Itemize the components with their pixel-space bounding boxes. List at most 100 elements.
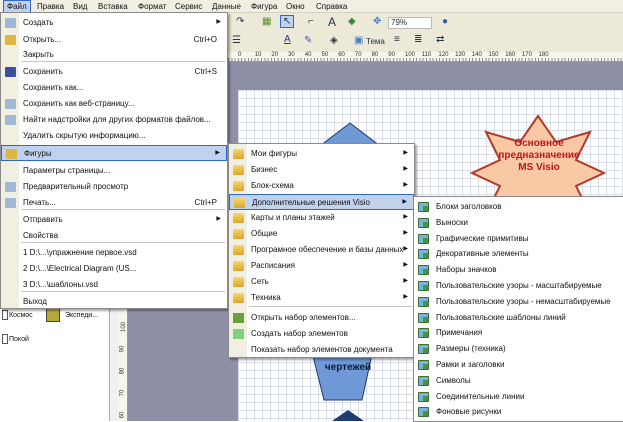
menu-item-label: Печать... xyxy=(23,198,56,207)
menu-6[interactable]: Данные xyxy=(209,1,244,12)
file-menu-item[interactable]: Параметры страницы... xyxy=(1,163,227,179)
visio-menu-item[interactable]: Фоновые рисунки xyxy=(414,404,623,420)
redo-icon[interactable]: ↷ xyxy=(236,16,244,27)
shapes-menu-item[interactable]: Общие ▶ xyxy=(229,226,414,242)
menu-item-shortcut: Ctrl+S xyxy=(194,67,217,76)
shape-item[interactable]: Покой xyxy=(9,336,29,343)
shapes-menu-item[interactable]: Дополнительные решения Visio ▶ xyxy=(229,194,414,210)
file-menu-item[interactable]: Сохранить как... xyxy=(1,80,227,96)
shapes-icon[interactable]: ▦ xyxy=(262,16,271,27)
shapes-menu-item[interactable]: Мои фигуры ▶ xyxy=(229,146,414,162)
ruler-label: 50 xyxy=(321,52,329,58)
menu-8[interactable]: Окно xyxy=(283,1,308,12)
menu-item-label: Размеры (техника) xyxy=(436,344,506,354)
font-color-icon[interactable]: A xyxy=(284,34,291,45)
file-menu-item[interactable]: Закрыть xyxy=(1,47,227,63)
shapes-menu-item[interactable]: Расписания ▶ xyxy=(229,258,414,274)
shapes-menu-item[interactable]: Бизнес ▶ xyxy=(229,162,414,178)
menu-9[interactable]: Справка xyxy=(313,1,350,12)
visio-menu-item[interactable]: Графические примитивы xyxy=(414,231,623,247)
stencil-icon xyxy=(418,281,429,291)
shapes-panel: Космос Экспеди... Покой xyxy=(0,300,110,421)
line-color-icon[interactable]: ✎ xyxy=(304,35,312,46)
ruler-label: 120 xyxy=(438,52,449,58)
shapes-menu-item[interactable]: Сеть ▶ xyxy=(229,274,414,290)
file-menu-item[interactable]: Сохранить как веб-страницу... xyxy=(1,96,227,112)
align-icon[interactable]: ☰ xyxy=(232,35,241,46)
file-menu-item[interactable]: Открыть... Ctrl+O xyxy=(1,32,227,48)
shapes-menu-item[interactable]: Показать набор элементов документа xyxy=(229,342,414,358)
line-ends-icon[interactable]: ⇄ xyxy=(436,34,444,45)
zoom-select[interactable]: 79% xyxy=(388,17,432,29)
file-menu-item[interactable]: Создать ▶ xyxy=(1,15,227,31)
file-menu-item[interactable]: Удалить скрытую информацию... xyxy=(1,128,227,144)
menu-item-label: Соединительные линии xyxy=(436,391,525,401)
shapes-menu-item[interactable]: Блок-схема ▶ xyxy=(229,178,414,194)
stencil-icon xyxy=(418,328,429,339)
file-menu-item[interactable]: 2 D:\...\Electrical Diagram (US... xyxy=(1,261,227,277)
fill-color-icon[interactable]: ◈ xyxy=(330,35,338,46)
ruler-label: 40 xyxy=(304,52,312,58)
file-menu-item[interactable]: Сохранить Ctrl+S xyxy=(1,64,227,80)
menu-5[interactable]: Сервис xyxy=(172,1,205,12)
visio-menu-item[interactable]: Пользовательские узоры - немасштабируемы… xyxy=(414,294,623,310)
theme-icon[interactable]: ▣ xyxy=(354,35,363,46)
pan-zoom-icon[interactable]: ✥ xyxy=(373,16,381,27)
panel-scrollbar[interactable] xyxy=(110,300,118,421)
file-menu-item[interactable]: Найти надстройки для других форматов фай… xyxy=(1,112,227,128)
menu-item-label: Фигуры xyxy=(24,149,52,158)
visio-menu-item[interactable]: Выноски xyxy=(414,215,623,231)
menu-4[interactable]: Формат xyxy=(135,1,169,12)
shape-item[interactable]: Экспеди... xyxy=(65,312,98,319)
shapes-menu-item[interactable]: Техника ▶ xyxy=(229,290,414,306)
menu-7[interactable]: Фигура xyxy=(248,1,280,12)
stencil-icon xyxy=(418,265,429,276)
shapes-menu-item[interactable]: Открыть набор элементов... xyxy=(229,310,414,326)
shapes-menu-item[interactable]: Карты и планы этажей ▶ xyxy=(229,210,414,226)
visio-menu-item[interactable]: Размеры (техника) xyxy=(414,341,623,357)
menu-3[interactable]: Вставка xyxy=(95,1,131,12)
file-menu-item[interactable]: Предварительный просмотр xyxy=(1,179,227,195)
line-pattern-icon[interactable]: ≣ xyxy=(414,34,422,45)
visio-menu-item[interactable]: Примечания xyxy=(414,325,623,341)
file-menu-item[interactable]: 1 D:\...\упражнение первое.vsd xyxy=(1,245,227,261)
visio-menu-item[interactable]: Блоки заголовков xyxy=(414,199,623,215)
ruler-label: 20 xyxy=(271,52,279,58)
file-menu-item[interactable]: Печать... Ctrl+P xyxy=(1,195,227,211)
menu-1[interactable]: Правка xyxy=(34,1,67,12)
text-tool-icon[interactable]: A xyxy=(328,15,336,29)
ruler-label: 140 xyxy=(471,52,482,58)
visio-menu-item[interactable]: Символы xyxy=(414,373,623,389)
visio-menu-item[interactable]: Рамки и заголовки xyxy=(414,357,623,373)
help-icon[interactable]: ● xyxy=(442,16,448,27)
connector-icon[interactable]: ⌐ xyxy=(308,16,314,27)
shapes-menu-item[interactable]: Создать набор элементов xyxy=(229,326,414,342)
pointer-tool-icon[interactable]: ↖ xyxy=(280,15,295,28)
shapes-menu-item[interactable]: Програмное обеспечение и базы данных ▶ xyxy=(229,242,414,258)
shape-item[interactable]: Космос xyxy=(9,312,33,319)
file-menu-item[interactable]: Свойства xyxy=(1,228,227,244)
menu-item-label: Примечания xyxy=(436,328,483,338)
visio-menu-item[interactable]: Пользовательские узоры - масштабируемые xyxy=(414,278,623,294)
visio-menu-item[interactable]: Декоративные элементы xyxy=(414,246,623,262)
vruler-label: 80 xyxy=(119,367,126,375)
file-menu-item[interactable]: Отправить ▶ xyxy=(1,212,227,228)
stamp-icon[interactable]: ◆ xyxy=(348,16,356,27)
menu-item-label: Выноски xyxy=(436,217,468,227)
line-weight-icon[interactable]: ≡ xyxy=(394,34,400,45)
submenu-arrow-icon: ▶ xyxy=(403,278,408,284)
visio-menu-item[interactable]: Пользовательские шаблоны линий xyxy=(414,310,623,326)
menu-item-shortcut: Ctrl+O xyxy=(193,35,217,44)
visio-menu-item[interactable]: Соединительные линии xyxy=(414,389,623,405)
menu-item-label: Параметры страницы... xyxy=(23,166,111,175)
menu-item-label: Пользовательские узоры - немасштабируемы… xyxy=(436,296,611,306)
file-menu-item[interactable]: Фигуры ▶ xyxy=(1,145,227,161)
file-menu-item[interactable]: Выход xyxy=(1,294,227,310)
menu-item-label: Свойства xyxy=(23,231,59,240)
visio-menu-item[interactable]: Наборы значков xyxy=(414,262,623,278)
menu-item-label: Бизнес xyxy=(251,165,278,174)
file-menu-item[interactable]: 3 D:\...\шаблоны.vsd xyxy=(1,277,227,293)
menu-2[interactable]: Вид xyxy=(70,1,90,12)
theme-button[interactable]: Тема xyxy=(366,37,385,46)
menu-item-label: Техника xyxy=(251,293,281,302)
